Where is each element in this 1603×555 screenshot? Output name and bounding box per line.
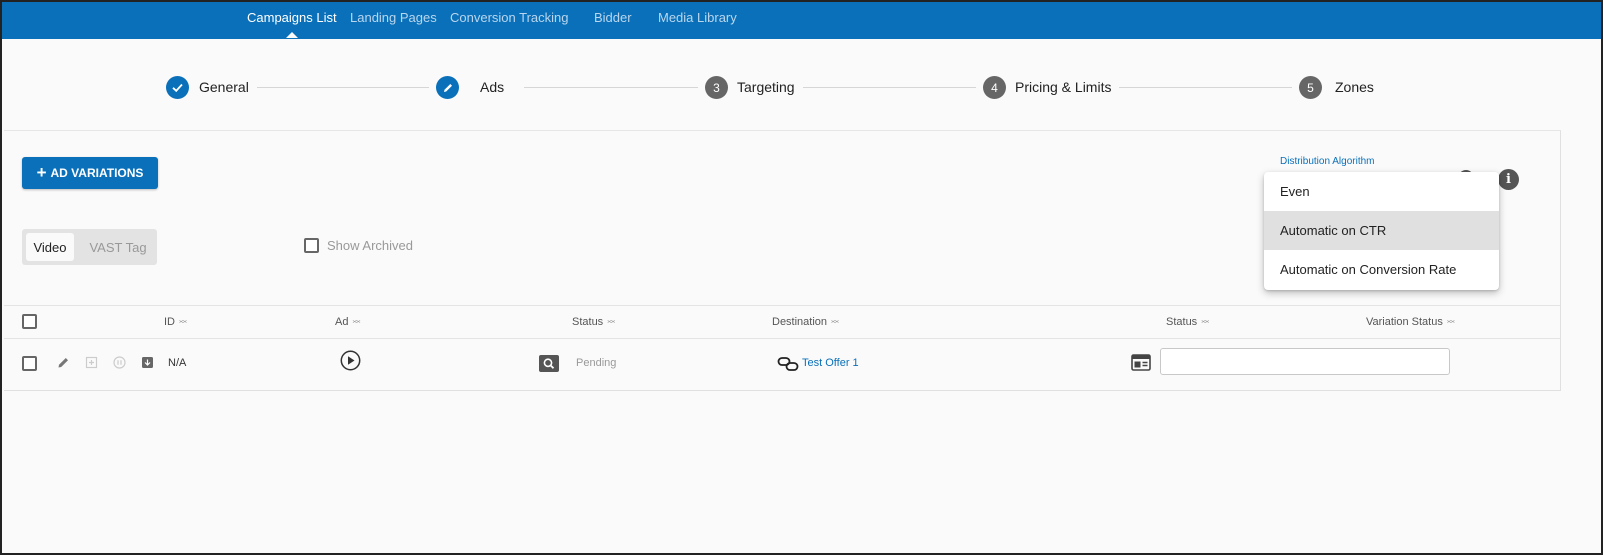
column-id-label: ID xyxy=(164,316,175,328)
step-number-5[interactable]: 5 xyxy=(1299,76,1322,99)
link-icon xyxy=(777,355,799,378)
top-navigation: Campaigns List Landing Pages Conversion … xyxy=(2,2,1601,39)
sort-icon: ︿ ﹀ xyxy=(1201,315,1210,329)
duplicate-icon[interactable] xyxy=(85,356,98,374)
step-connector xyxy=(1119,87,1292,88)
window-icon[interactable] xyxy=(1131,354,1151,376)
row-id: N/A xyxy=(168,357,187,369)
column-status-label: Status xyxy=(572,316,604,328)
column-variation-status-label: Variation Status xyxy=(1366,316,1443,328)
step-general-label[interactable]: General xyxy=(199,79,249,95)
option-automatic-ctr[interactable]: Automatic on CTR xyxy=(1264,211,1499,250)
table-header: ID ︿ ﹀ Ad ︿ ﹀ Status ︿ ﹀ Destination ︿ ﹀ Sta… xyxy=(4,305,1560,339)
table-row: N/A Pending Test Offer 1 xyxy=(4,339,1560,391)
tab-media-library[interactable]: Media Library xyxy=(658,10,737,25)
edit-icon[interactable] xyxy=(57,356,70,374)
tab-landing-pages[interactable]: Landing Pages xyxy=(350,10,437,25)
plus-icon: + xyxy=(36,162,47,182)
step-connector xyxy=(524,87,698,88)
row-status: Pending xyxy=(576,357,617,369)
step-connector xyxy=(803,87,976,88)
sort-icon: ︿ ﹀ xyxy=(179,315,187,329)
column-status-2-label: Status xyxy=(1166,316,1198,328)
column-id[interactable]: ID ︿ ﹀ xyxy=(164,315,187,329)
distribution-algorithm-dropdown: Even Automatic on CTR Automatic on Conve… xyxy=(1264,172,1499,290)
add-ad-variations-button[interactable]: + AD VARIATIONS xyxy=(22,157,158,189)
column-ad[interactable]: Ad ︿ ﹀ xyxy=(335,315,361,329)
column-ad-label: Ad xyxy=(335,316,349,328)
step-number-4[interactable]: 4 xyxy=(983,76,1006,99)
column-destination-label: Destination xyxy=(772,316,828,328)
toggle-video[interactable]: Video xyxy=(26,233,74,261)
step-zones-label[interactable]: Zones xyxy=(1335,79,1374,95)
preview-search-icon[interactable] xyxy=(539,355,559,377)
step-connector xyxy=(257,87,429,88)
add-ad-variations-label: AD VARIATIONS xyxy=(50,166,144,180)
option-automatic-conversion-rate[interactable]: Automatic on Conversion Rate xyxy=(1264,250,1499,289)
step-pricing-label[interactable]: Pricing & Limits xyxy=(1015,79,1111,95)
column-status-2[interactable]: Status ︿ ﹀ xyxy=(1166,315,1210,329)
tab-campaigns-list[interactable]: Campaigns List xyxy=(247,10,337,25)
pencil-icon[interactable] xyxy=(436,76,459,99)
pause-icon[interactable] xyxy=(113,356,126,374)
step-number-3[interactable]: 3 xyxy=(705,76,728,99)
column-destination[interactable]: Destination ︿ ﹀ xyxy=(772,315,840,329)
show-archived-label: Show Archived xyxy=(327,238,413,253)
step-targeting-label[interactable]: Targeting xyxy=(737,79,795,95)
step-ads-label[interactable]: Ads xyxy=(480,79,504,95)
tab-conversion-tracking[interactable]: Conversion Tracking xyxy=(450,10,569,25)
show-archived[interactable]: Show Archived xyxy=(304,238,413,253)
row-checkbox[interactable] xyxy=(22,356,37,371)
archive-icon[interactable] xyxy=(141,356,154,374)
wizard-stepper: General Ads 3 Targeting 4 Pricing & Limi… xyxy=(2,39,1601,131)
select-all-checkbox[interactable] xyxy=(22,314,37,329)
show-archived-checkbox[interactable] xyxy=(304,238,319,253)
column-status[interactable]: Status ︿ ﹀ xyxy=(572,315,616,329)
option-even[interactable]: Even xyxy=(1264,172,1499,211)
check-icon[interactable] xyxy=(166,76,189,99)
info-icon[interactable]: i xyxy=(1498,169,1519,190)
sort-icon: ︿ ﹀ xyxy=(607,315,616,329)
distribution-algorithm-label: Distribution Algorithm xyxy=(1280,156,1375,167)
sort-icon: ︿ ﹀ xyxy=(1446,315,1455,329)
sort-icon: ︿ ﹀ xyxy=(831,315,840,329)
destination-link[interactable]: Test Offer 1 xyxy=(802,357,859,369)
active-tab-caret xyxy=(286,32,298,38)
format-toggle: Video VAST Tag xyxy=(22,229,157,265)
variation-status-input[interactable] xyxy=(1160,348,1450,375)
column-variation-status[interactable]: Variation Status ︿ ﹀ xyxy=(1366,315,1455,329)
play-icon[interactable] xyxy=(340,350,361,376)
sort-icon: ︿ ﹀ xyxy=(352,315,361,329)
toggle-vast-tag[interactable]: VAST Tag xyxy=(82,233,154,261)
tab-bidder[interactable]: Bidder xyxy=(594,10,632,25)
